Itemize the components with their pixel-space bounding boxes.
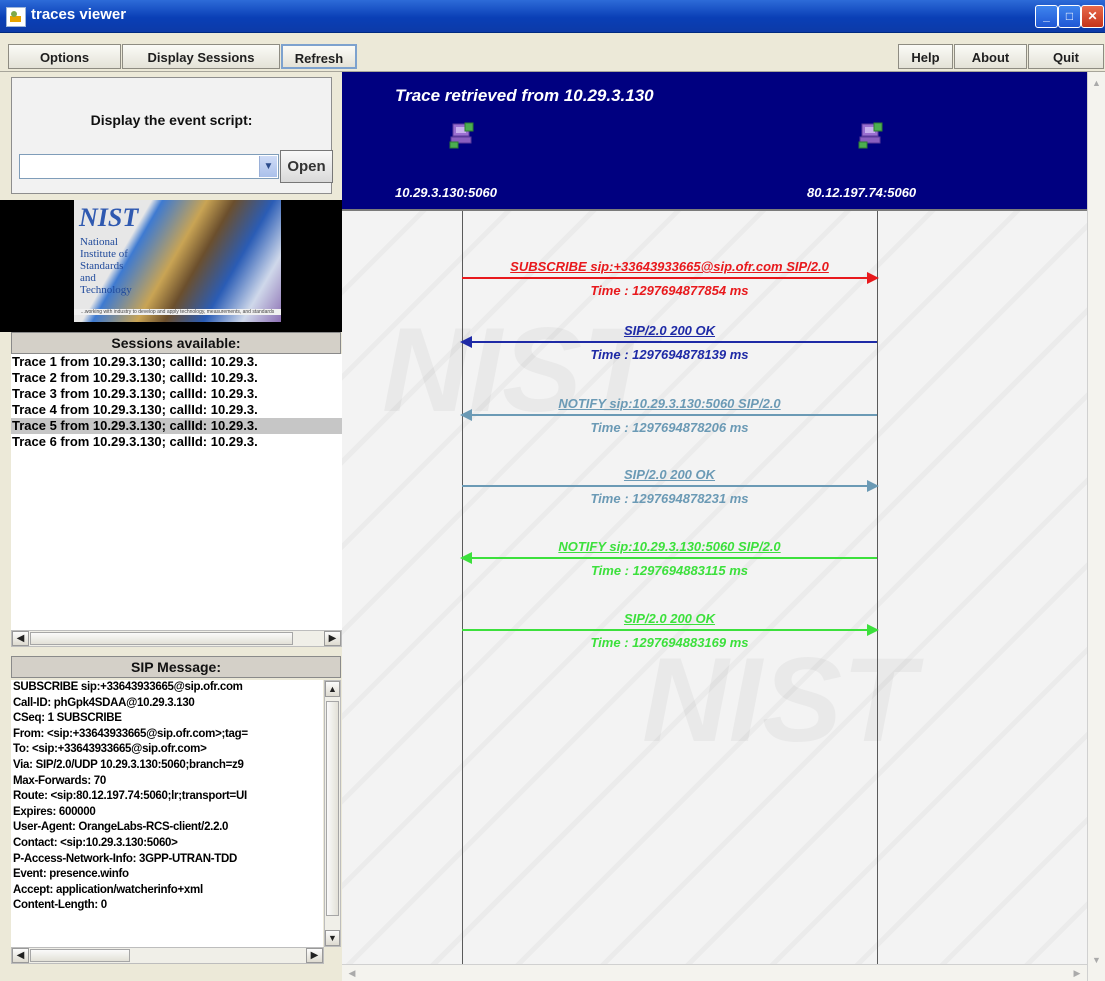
- about-button[interactable]: About: [954, 44, 1027, 69]
- scroll-down-icon[interactable]: ▼: [325, 930, 340, 946]
- message-arrow-right[interactable]: [462, 624, 879, 636]
- scroll-right-icon[interactable]: ▶: [306, 948, 323, 963]
- sip-message-header: SIP Message:: [11, 656, 341, 678]
- message-time: Time : 1297694877854 ms: [590, 283, 749, 298]
- computer-icon: [858, 122, 883, 149]
- scroll-left-icon[interactable]: ◀: [345, 966, 359, 980]
- close-button[interactable]: ✕: [1081, 5, 1104, 28]
- sip-message-line: Via: SIP/2.0/UDP 10.29.3.130:5060;branch…: [13, 758, 244, 771]
- app-icon: [6, 7, 26, 27]
- session-item[interactable]: Trace 2 from 10.29.3.130; callId: 10.29.…: [11, 370, 342, 386]
- right-host-label: 80.12.197.74:5060: [807, 185, 917, 200]
- nist-watermark: NIST: [642, 631, 915, 769]
- minimize-button[interactable]: _: [1035, 5, 1058, 28]
- sessions-hscrollbar[interactable]: ◀ ▶: [11, 630, 342, 647]
- message-label[interactable]: NOTIFY sip:10.29.3.130:5060 SIP/2.0: [460, 539, 880, 554]
- trace-title: Trace retrieved from 10.29.3.130: [395, 86, 654, 105]
- message-arrow-left[interactable]: [460, 409, 877, 421]
- message-label[interactable]: SIP/2.0 200 OK: [460, 323, 880, 338]
- session-item[interactable]: Trace 1 from 10.29.3.130; callId: 10.29.…: [11, 354, 342, 370]
- quit-button[interactable]: Quit: [1028, 44, 1104, 69]
- sessions-list[interactable]: Trace 1 from 10.29.3.130; callId: 10.29.…: [11, 354, 342, 630]
- nist-watermark: NIST: [382, 301, 655, 439]
- event-script-select[interactable]: ▼: [19, 154, 279, 179]
- options-button[interactable]: Options: [8, 44, 121, 69]
- display-sessions-button[interactable]: Display Sessions: [122, 44, 280, 69]
- sip-message-line: Expires: 600000: [13, 805, 96, 818]
- sip-message-hscrollbar[interactable]: ◀ ▶: [11, 947, 324, 964]
- message-time: Time : 1297694883169 ms: [590, 635, 749, 650]
- maximize-button[interactable]: □: [1058, 5, 1081, 28]
- scroll-up-icon[interactable]: ▲: [1090, 76, 1103, 90]
- menu-bar: Options Display Sessions Refresh Help Ab…: [0, 44, 1105, 72]
- nist-logo-org: National Institute of Standards and Tech…: [80, 236, 132, 296]
- nist-logo-mark: NIST: [79, 203, 139, 232]
- sip-message-line: Event: presence.winfo: [13, 868, 129, 881]
- sip-message-line: Route: <sip:80.12.197.74:5060;lr;transpo…: [13, 790, 247, 803]
- event-script-panel: Display the event script: ▼ Open: [11, 77, 333, 194]
- message-arrow-right[interactable]: [462, 272, 879, 284]
- sip-message-line: Content-Length: 0: [13, 899, 107, 912]
- nist-logo-tagline: ...working with industry to develop and …: [74, 309, 281, 315]
- event-script-label: Display the event script:: [90, 112, 253, 128]
- help-button[interactable]: Help: [898, 44, 953, 69]
- session-item[interactable]: Trace 4 from 10.29.3.130; callId: 10.29.…: [11, 402, 342, 418]
- message-time: Time : 1297694878206 ms: [590, 420, 749, 435]
- scroll-down-icon[interactable]: ▼: [1090, 953, 1103, 967]
- sip-message-line: To: <sip:+33643933665@sip.ofr.com>: [13, 743, 207, 756]
- sip-message-line: From: <sip:+33643933665@sip.ofr.com>;tag…: [13, 727, 248, 740]
- nist-logo: NIST National Institute of Standards and…: [74, 200, 281, 322]
- sip-message-line: CSeq: 1 SUBSCRIBE: [13, 712, 122, 725]
- trace-header: Trace retrieved from 10.29.3.130 10.29.3…: [342, 72, 1087, 209]
- message-time: Time : 1297694883115 ms: [590, 563, 749, 578]
- session-item[interactable]: Trace 3 from 10.29.3.130; callId: 10.29.…: [11, 386, 342, 402]
- trace-vscrollbar[interactable]: ▲ ▼: [1087, 72, 1105, 981]
- message-label[interactable]: SIP/2.0 200 OK: [460, 611, 880, 626]
- sessions-header: Sessions available:: [11, 332, 341, 354]
- session-item[interactable]: Trace 6 from 10.29.3.130; callId: 10.29.…: [11, 434, 342, 450]
- sip-message-line: Max-Forwards: 70: [13, 774, 106, 787]
- scroll-thumb[interactable]: [326, 701, 339, 916]
- sip-message-line: Call-ID: phGpk4SDAA@10.29.3.130: [13, 696, 195, 709]
- message-arrow-left[interactable]: [460, 336, 877, 348]
- message-arrow-left[interactable]: [460, 552, 877, 564]
- chevron-down-icon[interactable]: ▼: [259, 156, 277, 177]
- message-label[interactable]: SIP/2.0 200 OK: [460, 467, 880, 482]
- left-panel: Display the event script: ▼ Open NIST Na…: [0, 72, 342, 981]
- sip-message-line: User-Agent: OrangeLabs-RCS-client/2.2.0: [13, 821, 229, 834]
- trace-hscrollbar[interactable]: ◀ ▶: [342, 964, 1087, 981]
- open-button[interactable]: Open: [280, 150, 333, 183]
- scroll-thumb[interactable]: [30, 632, 293, 645]
- scroll-thumb[interactable]: [30, 949, 130, 962]
- sip-message-text[interactable]: SUBSCRIBE sip:+33643933665@sip.ofr.com Ca…: [11, 680, 323, 947]
- sip-message-line: Accept: application/watcherinfo+xml: [13, 883, 203, 896]
- scroll-up-icon[interactable]: ▲: [325, 681, 340, 697]
- sip-message-vscrollbar[interactable]: ▲ ▼: [324, 680, 341, 947]
- refresh-button[interactable]: Refresh: [281, 44, 357, 69]
- scroll-right-icon[interactable]: ▶: [324, 631, 341, 646]
- sip-message-line: SUBSCRIBE sip:+33643933665@sip.ofr.com: [13, 681, 243, 693]
- sip-message-line: P-Access-Network-Info: 3GPP-UTRAN-TDD: [13, 852, 238, 865]
- session-item[interactable]: Trace 5 from 10.29.3.130; callId: 10.29.…: [11, 418, 342, 434]
- computer-icon: [449, 122, 474, 149]
- scroll-right-icon[interactable]: ▶: [1070, 966, 1084, 980]
- window-title: traces viewer: [31, 6, 127, 23]
- sequence-diagram[interactable]: NIST NIST SUBSCRIBE sip:+33643933665@sip…: [342, 209, 1087, 966]
- trace-panel: Trace retrieved from 10.29.3.130 10.29.3…: [342, 72, 1105, 981]
- left-host-label: 10.29.3.130:5060: [395, 185, 497, 200]
- scroll-left-icon[interactable]: ◀: [12, 631, 29, 646]
- message-label[interactable]: SUBSCRIBE sip:+33643933665@sip.ofr.com S…: [460, 259, 880, 274]
- message-time: Time : 1297694878231 ms: [590, 491, 749, 506]
- message-arrow-right[interactable]: [462, 480, 879, 492]
- nist-logo-area: NIST National Institute of Standards and…: [0, 200, 342, 332]
- message-label[interactable]: NOTIFY sip:10.29.3.130:5060 SIP/2.0: [460, 396, 880, 411]
- message-time: Time : 1297694878139 ms: [590, 347, 749, 362]
- sip-message-line: Contact: <sip:10.29.3.130:5060>: [13, 836, 178, 849]
- scroll-left-icon[interactable]: ◀: [12, 948, 29, 963]
- title-bar[interactable]: traces viewer _ □ ✕: [0, 0, 1105, 33]
